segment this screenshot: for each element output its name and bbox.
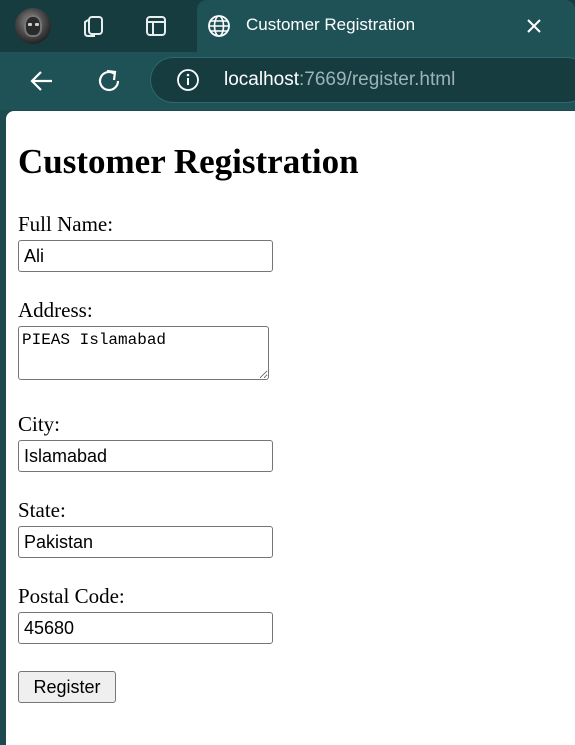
postal-code-input[interactable] bbox=[18, 612, 273, 644]
navigation-toolbar: localhost:7669/register.html bbox=[0, 52, 575, 110]
state-input[interactable] bbox=[18, 526, 273, 558]
globe-icon bbox=[208, 15, 230, 37]
back-arrow-icon[interactable] bbox=[27, 66, 57, 96]
tab-title: Customer Registration bbox=[246, 15, 416, 34]
reload-icon[interactable] bbox=[94, 66, 124, 96]
city-input[interactable] bbox=[18, 440, 273, 472]
state-label: State: bbox=[18, 498, 66, 522]
tab-customer-registration[interactable]: Customer Registration bbox=[197, 0, 575, 52]
info-icon[interactable] bbox=[176, 68, 200, 92]
avatar-face-icon bbox=[24, 15, 42, 37]
address-label: Address: bbox=[18, 298, 93, 322]
close-icon[interactable] bbox=[522, 14, 546, 38]
postal-code-label: Postal Code: bbox=[18, 584, 125, 608]
register-button[interactable]: Register bbox=[18, 671, 116, 703]
url-host: localhost bbox=[224, 69, 299, 90]
workspaces-icon[interactable] bbox=[79, 12, 107, 40]
url-text[interactable]: localhost:7669/register.html bbox=[224, 69, 455, 91]
page-viewport: Customer Registration Full Name: Address… bbox=[6, 111, 575, 745]
page-title: Customer Registration bbox=[18, 142, 359, 181]
address-bar[interactable]: localhost:7669/register.html bbox=[150, 57, 575, 103]
tab-actions-icon[interactable] bbox=[142, 12, 170, 40]
full-name-label: Full Name: bbox=[18, 212, 114, 236]
full-name-input[interactable] bbox=[18, 240, 273, 272]
city-label: City: bbox=[18, 412, 61, 436]
address-textarea[interactable]: PIEAS Islamabad bbox=[18, 326, 269, 380]
profile-avatar[interactable] bbox=[15, 8, 51, 44]
tab-strip: Customer Registration bbox=[0, 0, 575, 52]
url-path: :7669/register.html bbox=[299, 69, 456, 90]
